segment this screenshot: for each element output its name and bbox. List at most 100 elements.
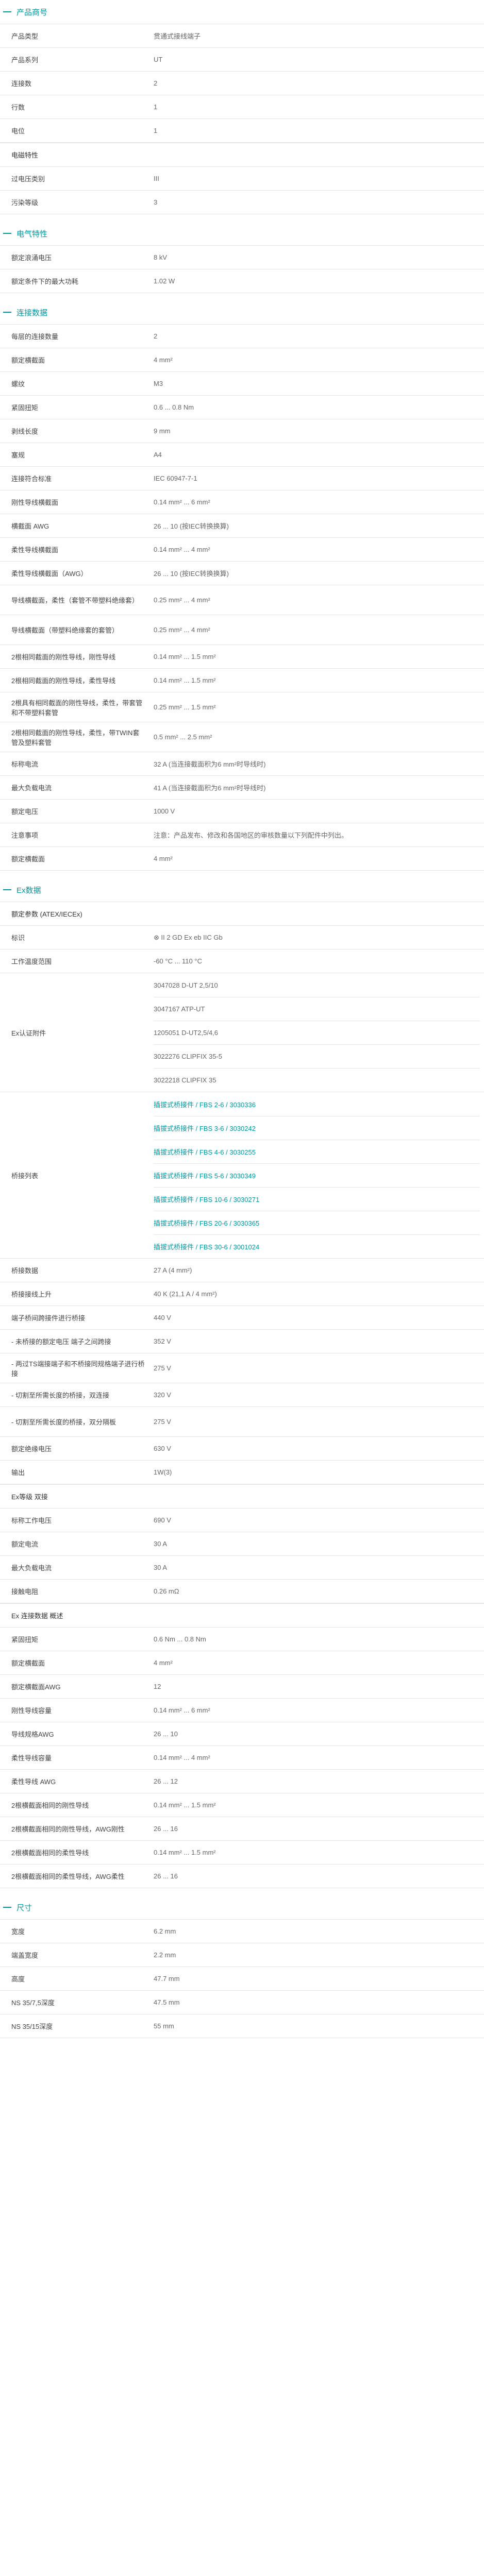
spec-label: NS 35/7,5深度 <box>0 1990 149 2014</box>
spec-row: NS 35/15深度 55 mm <box>0 2014 484 2038</box>
dash-icon <box>3 1907 11 1908</box>
spec-value: 6.2 mm <box>149 1919 484 1943</box>
spec-value-item: 3022276 CLIPFIX 35-5 <box>154 1044 480 1068</box>
spec-row: 2根相同截面的刚性导线，柔性导线 0.14 mm² ... 1.5 mm² <box>0 668 484 692</box>
spec-value: 2 <box>149 71 484 95</box>
spec-label: 连接符合标准 <box>0 466 149 490</box>
spec-value-text: 12 <box>154 1683 161 1690</box>
spec-section: 尺寸宽度 6.2 mm 端盖宽度 2.2 mm 高度 47.7 mm NS 35/7,5深度… <box>0 1895 484 2045</box>
spec-row: - 未桥接的额定电压 端子之间跨接 352 V <box>0 1329 484 1353</box>
accessory-link[interactable]: 插拔式桥接件 / FBS 5-6 / 3030349 <box>154 1163 480 1187</box>
spec-value: 贯通式接线端子 <box>149 24 484 48</box>
accessory-link[interactable]: 插拔式桥接件 / FBS 10-6 / 3030271 <box>154 1187 480 1211</box>
spec-row: 导线横截面（带塑料绝缘套的套管） 0.25 mm² ... 4 mm² <box>0 615 484 645</box>
section-heading[interactable]: 产品商号 <box>0 0 484 24</box>
accessory-link[interactable]: 插拔式桥接件 / FBS 4-6 / 3030255 <box>154 1140 480 1163</box>
spec-row: 2根相同截面的刚性导线，柔性，带TWIN套管及塑料套管 0.5 mm² ... 2… <box>0 722 484 752</box>
spec-value: 4 mm² <box>149 348 484 372</box>
spec-value: 3047028 D-UT 2,5/10 3047167 ATP-UT 1205051… <box>149 973 484 1092</box>
spec-value-text: 9 mm <box>154 427 171 435</box>
spec-label: 标识 <box>0 925 149 950</box>
spec-row: 额定条件下的最大功耗 1.02 W <box>0 269 484 293</box>
spec-label: 额定电流 <box>0 1532 149 1556</box>
dash-icon <box>3 889 11 890</box>
spec-label: 螺纹 <box>0 371 149 396</box>
spec-value: 26 ... 10 (按IEC转换换算) <box>149 561 484 585</box>
spec-value: 9 mm <box>149 419 484 443</box>
spec-value-text: 1W(3) <box>154 1468 172 1476</box>
spec-row: 额定浪涌电压 8 kV <box>0 245 484 269</box>
spec-value-text: 4 mm² <box>154 1659 173 1667</box>
spec-row: 标称电流 32 A (当连接截面积为6 mm²时导线时) <box>0 752 484 776</box>
spec-value: 0.25 mm² ... 4 mm² <box>149 585 484 615</box>
section-heading[interactable]: 连接数据 <box>0 300 484 324</box>
section-title: 尺寸 <box>16 1903 32 1912</box>
spec-value-text: 352 V <box>154 1337 171 1345</box>
accessory-link[interactable]: 插拔式桥接件 / FBS 2-6 / 3030336 <box>154 1092 480 1116</box>
spec-label: 输出 <box>0 1460 149 1484</box>
spec-label: 紧固扭矩 <box>0 395 149 419</box>
spec-label: - 未桥接的额定电压 端子之间跨接 <box>0 1329 149 1353</box>
spec-label: 额定横截面 <box>0 846 149 871</box>
spec-value: ⊗ II 2 GD Ex eb IIC Gb <box>149 925 484 950</box>
spec-row: 2根相同截面的刚性导线，刚性导线 0.14 mm² ... 1.5 mm² <box>0 645 484 669</box>
spec-value-text: 690 V <box>154 1516 171 1524</box>
spec-row: 标称工作电压 690 V <box>0 1508 484 1532</box>
spec-label: 2根相同截面的刚性导线，柔性导线 <box>0 668 149 692</box>
accessory-link[interactable]: 插拔式桥接件 / FBS 20-6 / 3030365 <box>154 1211 480 1234</box>
section-title: Ex数据 <box>16 886 41 895</box>
product-spec-page: 产品商号 产品类型 贯通式接线端子 产品系列 UT 连接数 2 行数 1 电位 1 电磁特性 过电压类别… <box>0 0 484 2052</box>
section-heading[interactable]: 电气特性 <box>0 222 484 245</box>
spec-value: 0.14 mm² ... 4 mm² <box>149 537 484 562</box>
section-heading[interactable]: 尺寸 <box>0 1895 484 1919</box>
spec-label: NS 35/15深度 <box>0 2014 149 2038</box>
spec-value: 440 V <box>149 1306 484 1330</box>
spec-row: 额定绝缘电压 630 V <box>0 1436 484 1461</box>
spec-label: 标称电流 <box>0 752 149 776</box>
spec-value-text: 0.14 mm² ... 1.5 mm² <box>154 653 216 660</box>
spec-value-text: 55 mm <box>154 2022 174 2030</box>
spec-value-text: 47.5 mm <box>154 1998 180 2006</box>
spec-row: 2根横截面相同的柔性导线，AWG柔性 26 ... 16 <box>0 1864 484 1888</box>
spec-row: 每层的连接数量 2 <box>0 324 484 348</box>
spec-label: 桥接列表 <box>0 1092 149 1259</box>
spec-value-text: 0.14 mm² ... 1.5 mm² <box>154 1849 216 1856</box>
spec-value: 352 V <box>149 1329 484 1353</box>
spec-table: 产品类型 贯通式接线端子 产品系列 UT 连接数 2 行数 1 电位 1 <box>0 24 484 143</box>
spec-label: - 切割至所需长度的桥接，双连接 <box>0 1383 149 1407</box>
spec-table: 标称工作电压 690 V 额定电流 30 A 最大负载电流 30 A 接触电阻 0.26 mΩ <box>0 1508 484 1603</box>
spec-label: 桥接数据 <box>0 1258 149 1282</box>
spec-value: 320 V <box>149 1383 484 1407</box>
spec-row: 导线规格AWG 26 ... 10 <box>0 1722 484 1746</box>
section-heading[interactable]: Ex数据 <box>0 878 484 902</box>
spec-row: 2根具有相同截面的刚性导线，柔性，带套管和不带塑料套管 0.25 mm² ... … <box>0 692 484 722</box>
spec-value: 0.6 ... 0.8 Nm <box>149 395 484 419</box>
spec-value: 0.25 mm² ... 1.5 mm² <box>149 692 484 722</box>
spec-row: 2根横截面相同的刚性导线 0.14 mm² ... 1.5 mm² <box>0 1793 484 1817</box>
spec-row: 电位 1 <box>0 118 484 143</box>
spec-table: 宽度 6.2 mm 端盖宽度 2.2 mm 高度 47.7 mm NS 35/7,5深度 47… <box>0 1919 484 2038</box>
spec-label: 额定横截面AWG <box>0 1674 149 1699</box>
spec-label: 2根相同截面的刚性导线，刚性导线 <box>0 645 149 669</box>
spec-value-text: 26 ... 10 (按IEC转换换算) <box>154 522 229 530</box>
spec-section: 连接数据 每层的连接数量 2 额定横截面 4 mm² 螺纹 M3 紧固扭矩 0.6 ... 0.… <box>0 300 484 878</box>
spec-value: 0.6 Nm ... 0.8 Nm <box>149 1627 484 1651</box>
spec-row: 横截面 AWG 26 ... 10 (按IEC转换换算) <box>0 514 484 538</box>
spec-label: 注意事项 <box>0 823 149 847</box>
spec-value: 插拔式桥接件 / FBS 2-6 / 3030336 插拔式桥接件 / FBS 3… <box>149 1092 484 1259</box>
spec-value-text: 275 V <box>154 1364 171 1372</box>
spec-label: 2根横截面相同的柔性导线，AWG柔性 <box>0 1864 149 1888</box>
spec-value-text: 0.14 mm² ... 6 mm² <box>154 1706 210 1714</box>
spec-value: -60 °C ... 110 °C <box>149 949 484 973</box>
spec-value-list: 3047028 D-UT 2,5/10 3047167 ATP-UT 1205051… <box>154 973 480 1092</box>
spec-value: 26 ... 16 <box>149 1864 484 1888</box>
spec-value: 26 ... 12 <box>149 1769 484 1793</box>
spec-row: 额定横截面 4 mm² <box>0 348 484 372</box>
spec-value: 32 A (当连接截面积为6 mm²时导线时) <box>149 752 484 776</box>
accessory-link[interactable]: 插拔式桥接件 / FBS 30-6 / 3001024 <box>154 1234 480 1258</box>
spec-value-text: 26 ... 16 <box>154 1825 178 1833</box>
spec-label: 工作温度范围 <box>0 949 149 973</box>
accessory-link[interactable]: 插拔式桥接件 / FBS 3-6 / 3030242 <box>154 1116 480 1140</box>
spec-value: 0.14 mm² ... 1.5 mm² <box>149 645 484 669</box>
